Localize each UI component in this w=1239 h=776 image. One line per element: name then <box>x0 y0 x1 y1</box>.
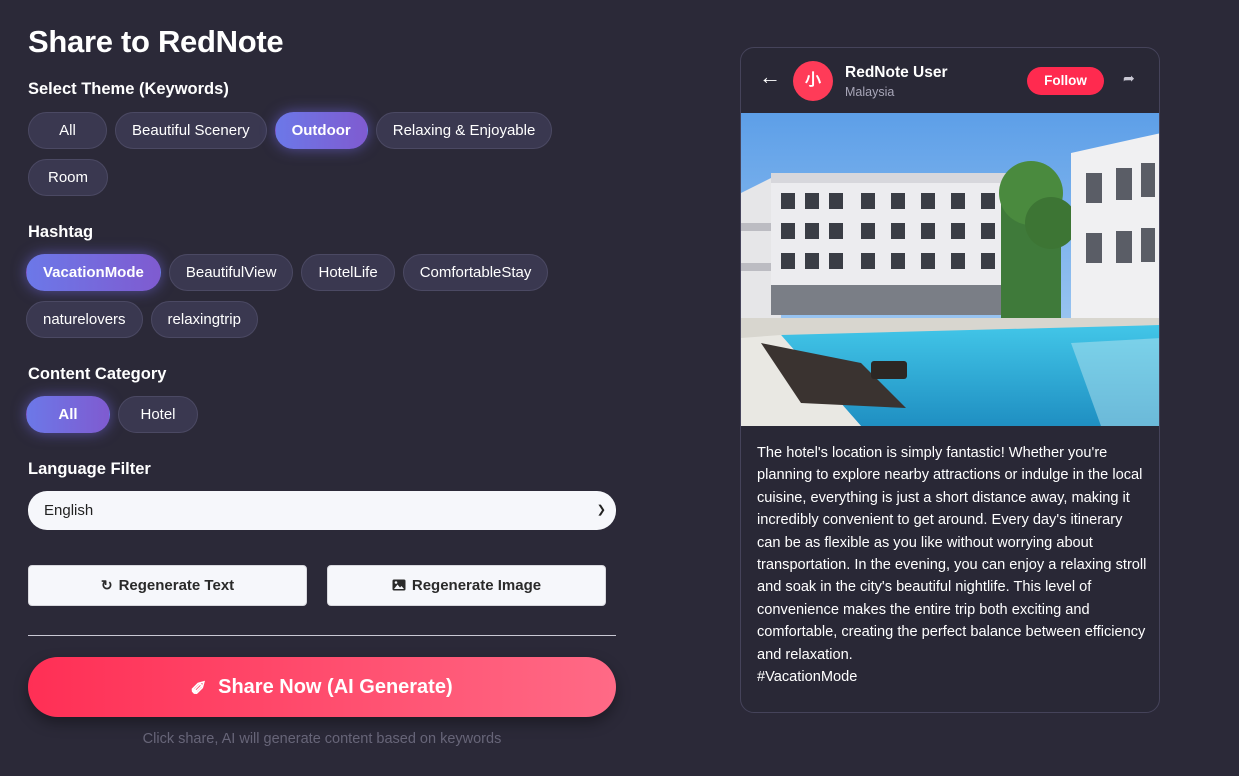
post-preview-card: ← 小 RedNote User Malaysia Follow ➦ The h… <box>740 47 1160 713</box>
hashtag-chip-vacationmode[interactable]: VacationMode <box>26 254 161 291</box>
hashtag-chip-beautifulview[interactable]: BeautifulView <box>168 254 294 291</box>
avatar: 小 <box>793 61 833 101</box>
category-chip-hotel[interactable]: Hotel <box>118 396 198 433</box>
share-now-button[interactable]: ✏ Share Now (AI Generate) <box>28 657 616 717</box>
image-icon <box>392 578 406 594</box>
theme-chips: All Beautiful Scenery Outdoor Relaxing &… <box>28 112 588 206</box>
share-hint: Click share, AI will generate content ba… <box>142 731 502 747</box>
theme-chip-outdoor[interactable]: Outdoor <box>274 112 368 149</box>
post-header: ← 小 RedNote User Malaysia Follow ➦ <box>741 48 1159 113</box>
category-chip-all[interactable]: All <box>26 396 110 433</box>
refresh-icon: ↻ <box>100 577 113 593</box>
language-select[interactable]: English ❯ <box>28 491 616 530</box>
hashtag-chip-comfortablestay[interactable]: ComfortableStay <box>402 254 549 291</box>
post-text: The hotel's location is simply fantastic… <box>757 442 1147 688</box>
regenerate-image-button[interactable]: Regenerate Image <box>327 565 606 606</box>
regenerate-text-button[interactable]: ↻ Regenerate Text <box>28 565 307 606</box>
share-panel: Share to RedNote Select Theme (Keywords)… <box>26 22 616 747</box>
post-image <box>741 113 1159 426</box>
category-chips: All Hotel <box>26 396 586 443</box>
share-now-label: Share Now (AI Generate) <box>218 675 453 698</box>
theme-label: Select Theme (Keywords) <box>28 80 229 98</box>
pencil-icon: ✏ <box>186 673 214 702</box>
hashtag-chip-hotellife[interactable]: HotelLife <box>301 254 395 291</box>
hashtag-chip-naturelovers[interactable]: naturelovers <box>26 301 143 338</box>
theme-chip-relaxing[interactable]: Relaxing & Enjoyable <box>375 112 553 149</box>
regenerate-text-label: Regenerate Text <box>118 577 235 594</box>
hashtag-chips: VacationMode BeautifulView HotelLife Com… <box>26 254 586 348</box>
user-location: Malaysia <box>845 85 895 99</box>
hashtag-chip-relaxingtrip[interactable]: relaxingtrip <box>150 301 258 338</box>
follow-button[interactable]: Follow <box>1027 67 1104 95</box>
theme-chip-room[interactable]: Room <box>28 159 108 196</box>
page-title: Share to RedNote <box>28 24 284 59</box>
language-label: Language Filter <box>28 460 151 478</box>
arrow-left-icon[interactable]: ← <box>759 64 781 90</box>
language-select-value: English <box>44 502 94 519</box>
chevron-down-icon: ❯ <box>596 504 606 516</box>
share-icon[interactable]: ➦ <box>1123 70 1135 87</box>
divider <box>28 635 616 636</box>
theme-chip-beautiful-scenery[interactable]: Beautiful Scenery <box>115 112 267 149</box>
category-label: Content Category <box>28 365 167 383</box>
user-name: RedNote User <box>845 64 948 81</box>
theme-chip-all[interactable]: All <box>28 112 107 149</box>
post-body: The hotel's location is simply fantastic… <box>757 445 1147 663</box>
post-hashtag: #VacationMode <box>757 669 858 686</box>
hashtag-label: Hashtag <box>28 223 94 241</box>
regenerate-image-label: Regenerate Image <box>411 577 542 594</box>
